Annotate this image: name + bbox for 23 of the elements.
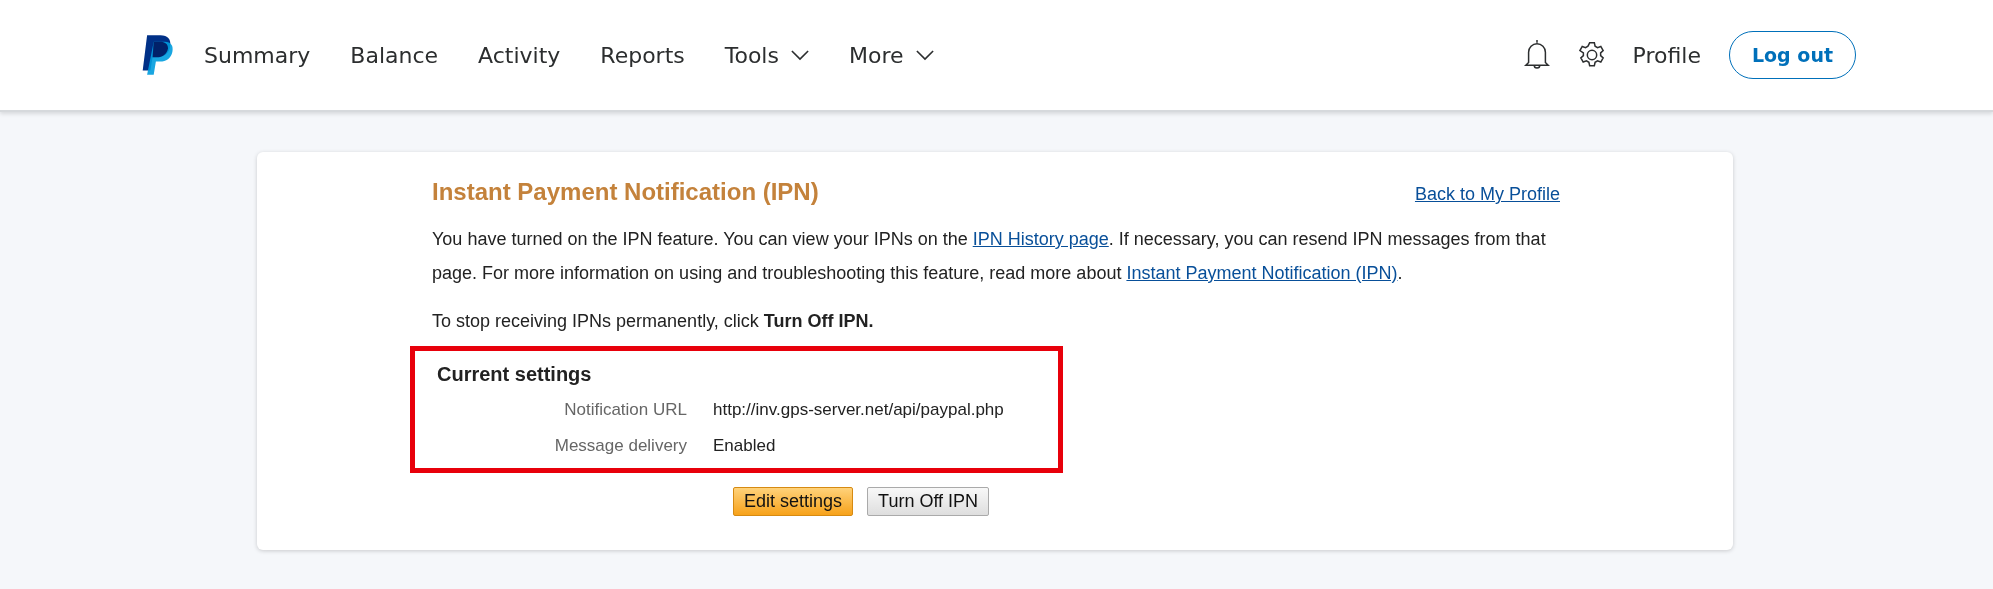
nav-link[interactable]: Summary bbox=[204, 42, 311, 68]
intro-paragraph: You have turned on the IPN feature. You can view your IPNs on the IPN History page. If necessary, you can resend IPN messages from that page. For more information on using and troubleshooting this feature, read more about Instant Payment Notification (IPN). bbox=[432, 228, 1547, 285]
nav-link[interactable]: Tools bbox=[724, 42, 809, 68]
help-link[interactable]: IPN History page bbox=[972, 229, 1109, 249]
stop-note: To stop receiving IPNs permanently, click Turn Off IPN. bbox=[432, 310, 875, 333]
logout-button[interactable]: Log out bbox=[1728, 31, 1856, 79]
nav-link[interactable]: Balance bbox=[350, 42, 439, 68]
bell-icon[interactable] bbox=[1522, 38, 1551, 72]
section-heading: Current settings bbox=[437, 363, 593, 386]
setting-value: Enabled bbox=[713, 436, 777, 456]
help-link[interactable]: Instant Payment Notification (IPN) bbox=[1126, 263, 1398, 283]
edit-button[interactable]: Edit settings bbox=[733, 487, 854, 516]
setting-label: Notification URL bbox=[563, 400, 687, 420]
nav-link[interactable]: Activity bbox=[478, 42, 561, 68]
turn-off-button[interactable]: Turn Off IPN bbox=[867, 487, 990, 516]
setting-label: Message delivery bbox=[553, 436, 687, 456]
profile-link[interactable]: Profile bbox=[1632, 42, 1701, 68]
nav-link[interactable]: More bbox=[848, 42, 934, 68]
page-title: Instant Payment Notification (IPN) bbox=[432, 178, 819, 206]
setting-value: http://inv.gps-server.net/api/paypal.php bbox=[713, 400, 1005, 420]
logo-icon[interactable] bbox=[140, 33, 174, 77]
nav-link[interactable]: Reports bbox=[600, 42, 685, 68]
back-link[interactable]: Back to My Profile bbox=[1414, 184, 1560, 205]
